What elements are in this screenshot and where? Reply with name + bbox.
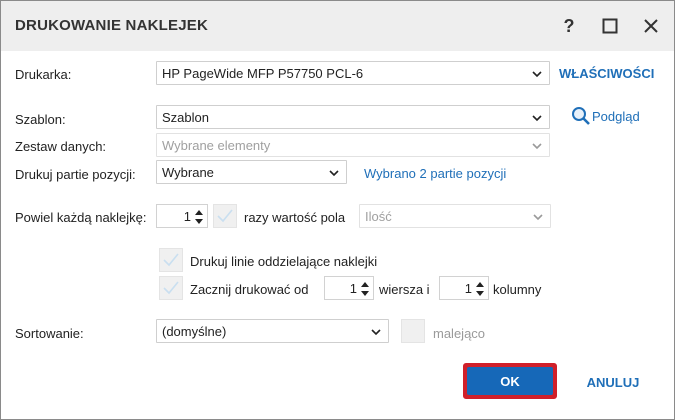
- start-position-label: Zacznij drukować od: [190, 282, 309, 297]
- chevron-down-icon: [371, 329, 381, 336]
- sorting-label: Sortowanie:: [15, 326, 84, 341]
- stepper-arrows-icon: [195, 210, 203, 224]
- help-button[interactable]: ?: [557, 13, 581, 39]
- close-icon: [644, 19, 658, 33]
- quantity-field-select[interactable]: Ilość: [359, 204, 551, 228]
- chevron-down-icon: [329, 170, 339, 177]
- chevron-down-icon: [532, 143, 542, 150]
- row-stepper[interactable]: 1: [324, 276, 374, 300]
- descending-label: malejąco: [433, 326, 486, 341]
- batches-select[interactable]: Wybrane: [156, 160, 347, 184]
- checkmark-icon: [217, 209, 233, 223]
- stepper-arrows-icon: [361, 282, 369, 296]
- separator-lines-label: Drukuj linie oddzielające naklejki: [190, 254, 378, 269]
- descending-checkbox[interactable]: [401, 319, 425, 343]
- times-field-label: razy wartość pola: [244, 210, 346, 225]
- start-position-checkbox[interactable]: [159, 276, 183, 300]
- ok-button-label: OK: [467, 367, 553, 395]
- stepper-arrows-icon: [476, 282, 484, 296]
- sorting-select[interactable]: (domyślne): [156, 319, 389, 343]
- template-label: Szablon:: [15, 112, 66, 127]
- checkmark-icon: [163, 281, 179, 295]
- column-label: kolumny: [493, 282, 542, 297]
- maximize-icon: [602, 18, 618, 34]
- repeat-by-field-checkbox[interactable]: [213, 204, 237, 228]
- maximize-button[interactable]: [598, 13, 622, 39]
- template-value: Szablon: [162, 110, 209, 125]
- checkmark-icon: [163, 253, 179, 267]
- row-label: wiersza i: [379, 282, 430, 297]
- selected-batches-link[interactable]: Wybrano 2 partie pozycji: [364, 166, 506, 181]
- chevron-down-icon: [532, 71, 542, 78]
- batches-value: Wybrane: [162, 165, 214, 180]
- help-icon: ?: [563, 15, 575, 36]
- printer-value: HP PageWide MFP P57750 PCL-6: [162, 66, 364, 81]
- repeat-label: Powiel każdą naklejkę:: [15, 210, 147, 225]
- cancel-button[interactable]: ANULUJ: [575, 369, 651, 395]
- template-select[interactable]: Szablon: [156, 105, 550, 129]
- ok-button[interactable]: OK: [463, 363, 557, 399]
- column-stepper[interactable]: 1: [439, 276, 489, 300]
- close-button[interactable]: [639, 13, 663, 39]
- row-value: 1: [349, 281, 357, 296]
- repeat-count-stepper[interactable]: 1: [156, 204, 208, 228]
- title-bar: DRUKOWANIE NAKLEJEK ?: [1, 1, 674, 51]
- quantity-field-value: Ilość: [365, 209, 392, 224]
- printer-label: Drukarka:: [15, 67, 72, 82]
- separator-lines-checkbox[interactable]: [159, 248, 183, 272]
- dataset-select[interactable]: Wybrane elementy: [156, 133, 550, 157]
- column-value: 1: [464, 281, 472, 296]
- preview-button[interactable]: Podgląd: [571, 105, 640, 127]
- printer-select[interactable]: HP PageWide MFP P57750 PCL-6: [156, 61, 550, 85]
- dialog-title: DRUKOWANIE NAKLEJEK: [15, 17, 208, 34]
- dataset-value: Wybrane elementy: [162, 138, 271, 153]
- dataset-label: Zestaw danych:: [15, 139, 107, 154]
- properties-link[interactable]: WŁAŚCIWOŚCI: [559, 66, 654, 81]
- sorting-value: (domyślne): [162, 324, 227, 339]
- chevron-down-icon: [532, 115, 542, 122]
- chevron-down-icon: [533, 214, 543, 221]
- preview-link: Podgląd: [592, 108, 640, 124]
- repeat-count-value: 1: [183, 209, 191, 224]
- print-labels-dialog: DRUKOWANIE NAKLEJEK ? Drukarka: HP PageW…: [0, 0, 675, 420]
- batches-label: Drukuj partie pozycji:: [15, 167, 136, 182]
- magnifier-icon: [572, 107, 590, 125]
